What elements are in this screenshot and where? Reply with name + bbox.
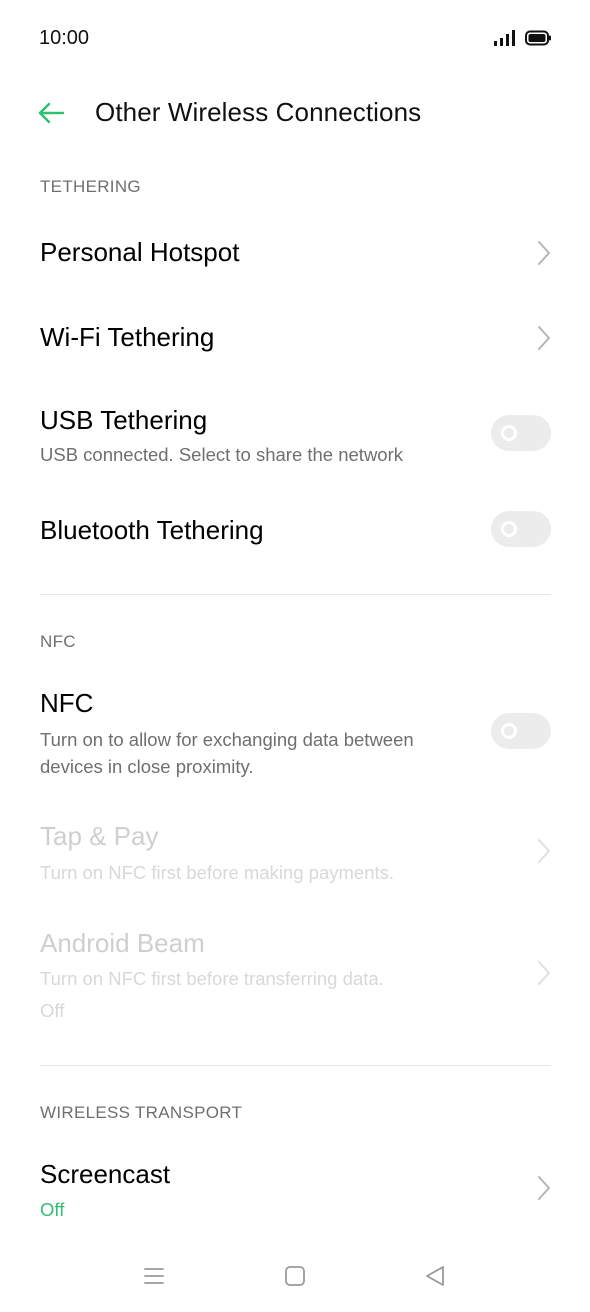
bluetooth-tethering-row[interactable]: Bluetooth Tethering [0, 492, 590, 568]
battery-icon [525, 30, 551, 46]
android-beam-row: Android Beam Turn on NFC first before tr… [0, 912, 590, 1034]
row-value: Off [40, 1000, 65, 1021]
home-icon[interactable] [283, 1264, 307, 1288]
row-subtitle: USB connected. Select to share the netwo… [40, 444, 404, 465]
chevron-right-icon [538, 1176, 550, 1200]
row-subtitle: Turn on to allow for exchanging data bet… [40, 729, 414, 777]
nfc-row[interactable]: NFC Turn on to allow for exchanging data… [0, 672, 590, 792]
navigation-bar [0, 1250, 590, 1302]
status-time: 10:00 [39, 27, 90, 49]
chevron-right-icon [538, 326, 550, 350]
row-title: Bluetooth Tethering [40, 515, 264, 545]
screen: 10:00 Other Wireless Connections TETHERI… [0, 0, 590, 1312]
header: Other Wireless Connections [0, 80, 590, 146]
chevron-right-icon [538, 961, 550, 985]
row-title: Android Beam [40, 928, 205, 958]
row-title: USB Tethering [40, 405, 208, 435]
row-subtitle: Turn on NFC first before making payments… [40, 862, 395, 883]
section-header-nfc: NFC [40, 632, 76, 651]
chevron-right-icon [538, 241, 550, 265]
divider [40, 594, 551, 595]
arrow-left-icon[interactable] [36, 98, 66, 128]
personal-hotspot-row[interactable]: Personal Hotspot [0, 216, 590, 290]
row-title: Personal Hotspot [40, 237, 240, 267]
chevron-right-icon [538, 839, 550, 863]
usb-tethering-row[interactable]: USB Tethering USB connected. Select to s… [0, 390, 590, 480]
row-title: Tap & Pay [40, 821, 159, 851]
wifi-tethering-row[interactable]: Wi-Fi Tethering [0, 300, 590, 376]
page-title: Other Wireless Connections [95, 97, 422, 127]
tap-pay-row: Tap & Pay Turn on NFC first before makin… [0, 806, 590, 898]
row-title: Screencast [40, 1159, 171, 1189]
status-bar: 10:00 [0, 0, 590, 78]
bluetooth-tethering-toggle[interactable] [491, 511, 551, 547]
usb-tethering-toggle[interactable] [491, 415, 551, 451]
nfc-toggle[interactable] [491, 713, 551, 749]
section-header-wireless-transport: WIRELESS TRANSPORT [40, 1103, 243, 1122]
row-subtitle: Turn on NFC first before transferring da… [40, 968, 384, 989]
back-triangle-icon[interactable] [423, 1264, 447, 1288]
section-header-tethering: TETHERING [40, 177, 141, 196]
screencast-status: Off [40, 1199, 65, 1220]
menu-icon[interactable] [142, 1264, 166, 1288]
signal-icon [494, 30, 515, 46]
screencast-row[interactable]: Screencast Off [0, 1144, 590, 1234]
row-title: NFC [40, 688, 94, 718]
row-title: Wi-Fi Tethering [40, 322, 215, 352]
divider [40, 1065, 551, 1066]
